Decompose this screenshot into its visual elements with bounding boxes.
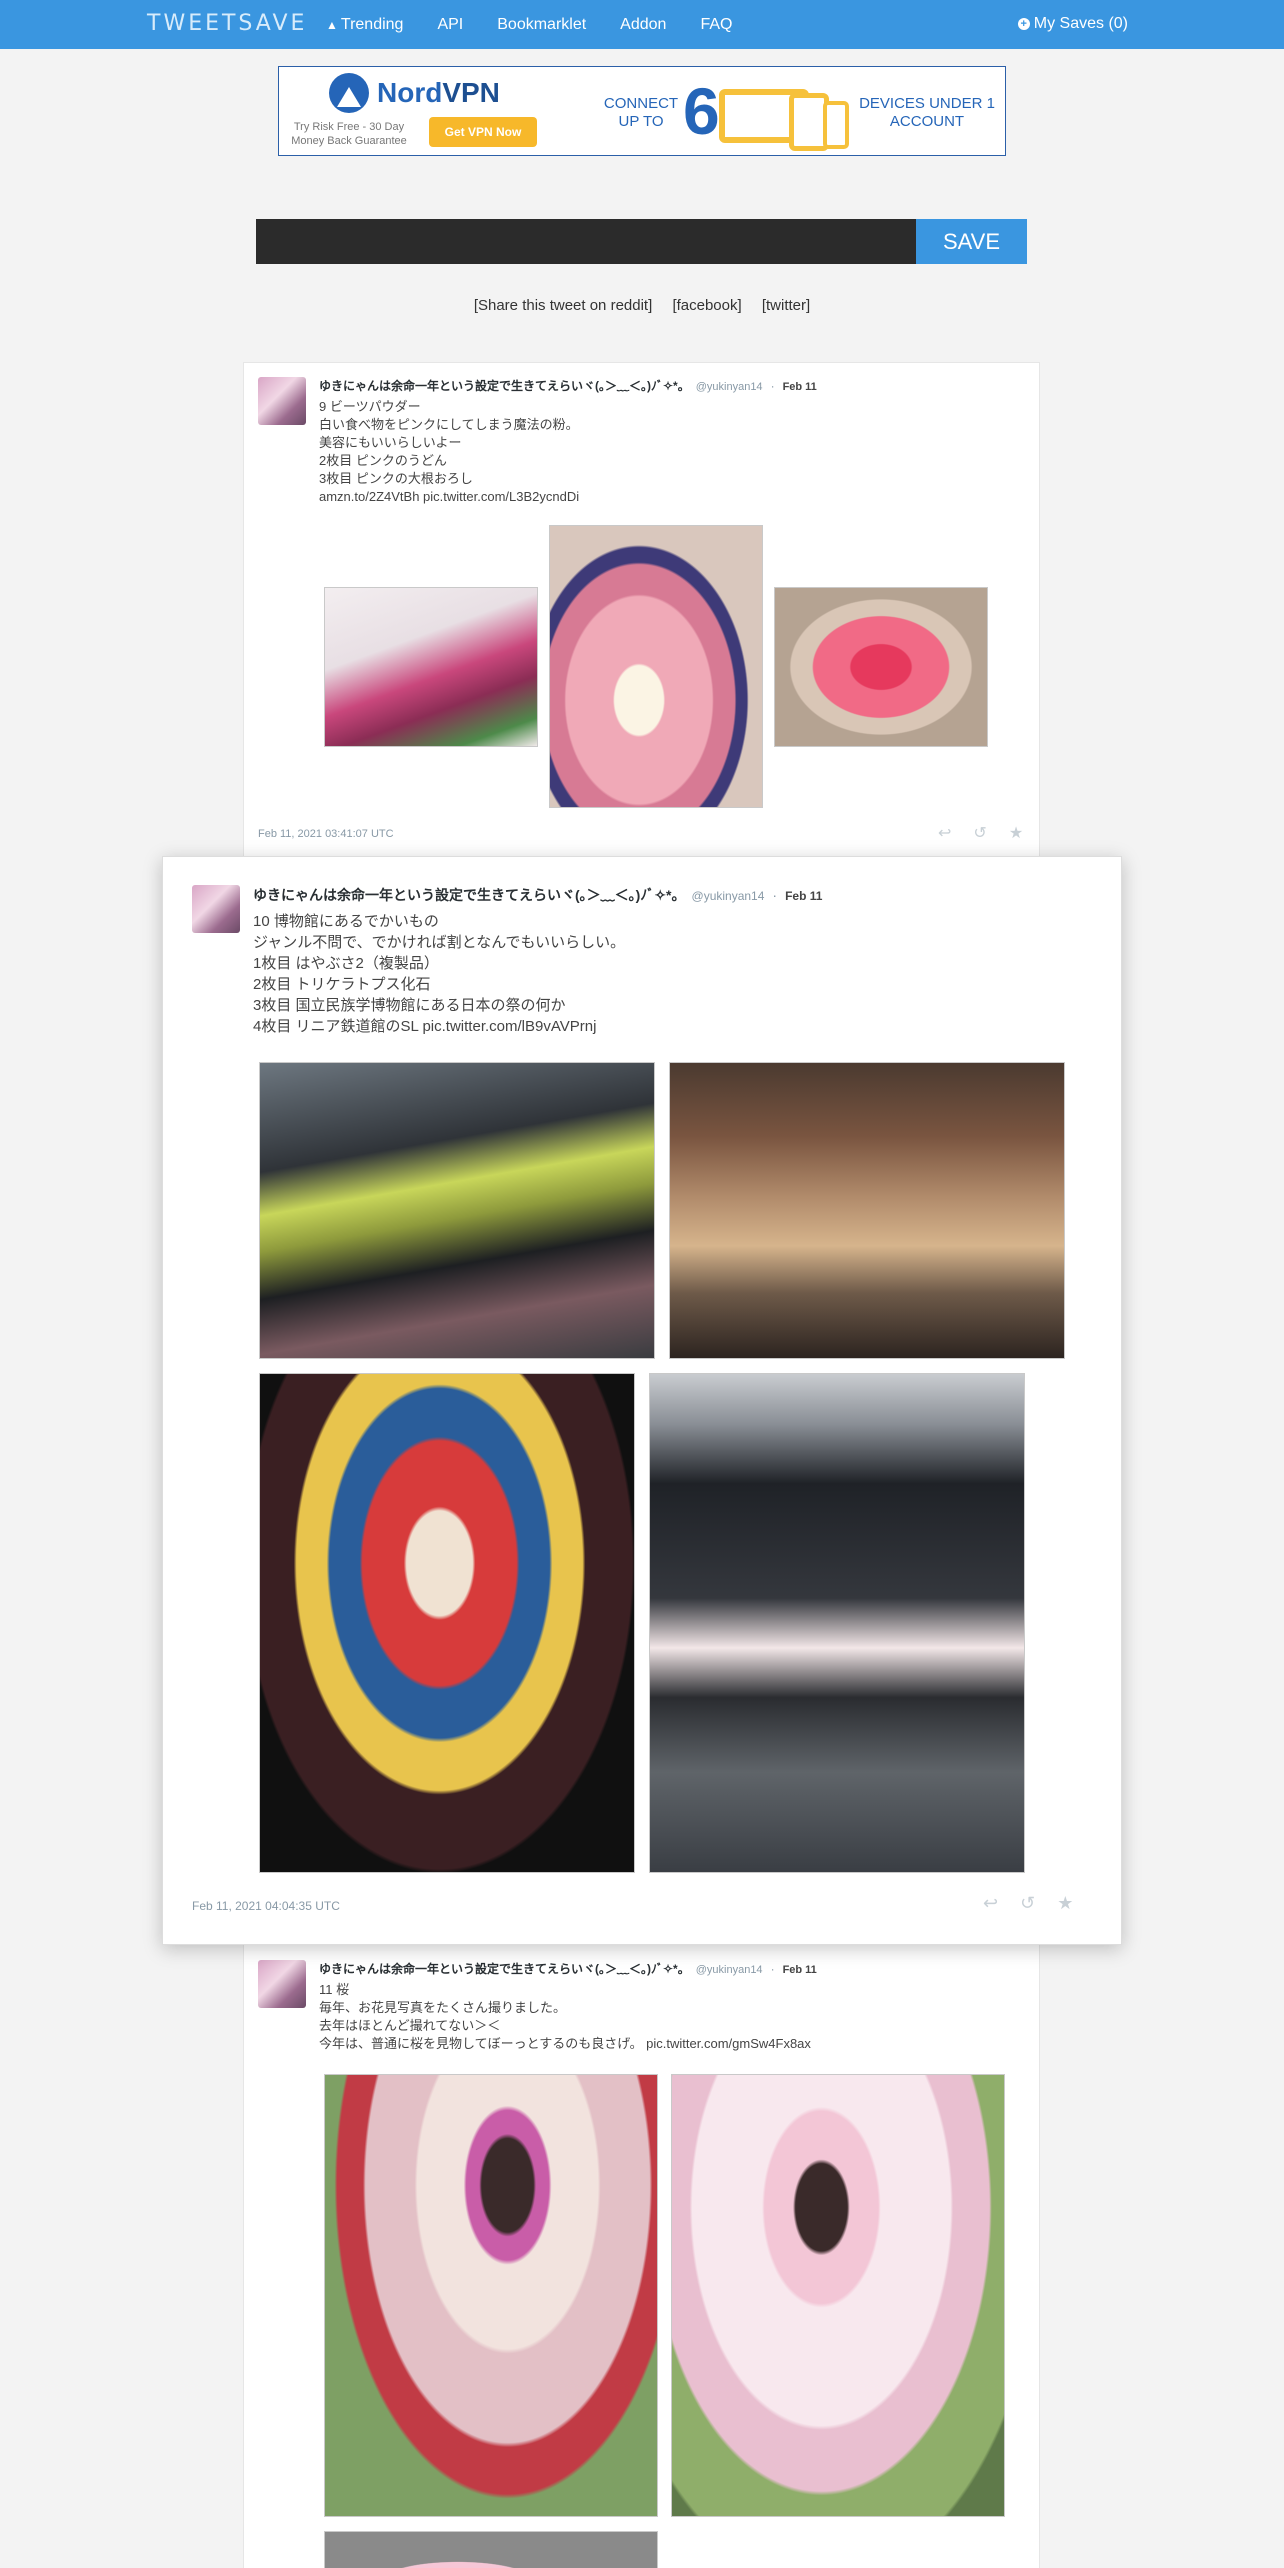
nav-link-api[interactable]: API [437,16,463,34]
get-vpn-button[interactable]: Get VPN Now [429,117,537,147]
tweet-actions: ↩ ↺ ★ [916,823,1023,843]
ad-trial-text: Try Risk Free - 30 Day Money Back Guaran… [291,121,407,147]
tweet-text: 9 ビーツパウダー 白い食べ物をピンクにしてしまう魔法の粉。 美容にもいいらしい… [319,399,580,504]
phone-icon [823,101,849,149]
mountain-logo-icon [329,73,369,113]
festival-float-photo[interactable] [259,1373,635,1873]
ad-devices-text: DEVICES UNDER 1 ACCOUNT [859,95,995,130]
separator-dot: · [772,887,778,903]
top-navbar: TWEETSAVE ▲ Trending API Bookmarklet Add… [0,0,1284,49]
tweet-card-highlighted: ゆきにゃんは余命一年という設定で生きてえらいヾ(｡＞﹏＜｡)ﾉﾞ✧*。 @yuk… [162,856,1122,1945]
tweet-date[interactable]: Feb 11 [785,889,822,903]
steam-locomotive-photo[interactable] [649,1373,1025,1873]
avatar[interactable] [258,1960,306,2008]
tweet-timestamp: Feb 11, 2021 04:04:35 UTC [192,1899,340,1913]
tweet-timestamp: Feb 11, 2021 03:41:07 UTC [258,828,394,840]
nav-link-addon[interactable]: Addon [620,16,666,34]
nav-link-faq[interactable]: FAQ [700,16,732,34]
tweet-author-name[interactable]: ゆきにゃんは余命一年という設定で生きてえらいヾ(｡＞﹏＜｡)ﾉﾞ✧*。 [319,377,690,394]
separator-dot: · [770,379,775,393]
tweet-author-handle[interactable]: @yukinyan14 [696,381,763,393]
tweet-author-name[interactable]: ゆきにゃんは余命一年という設定で生きてえらいヾ(｡＞﹏＜｡)ﾉﾞ✧*。 [319,1960,690,1977]
tweet-card: ゆきにゃんは余命一年という設定で生きてえらいヾ(｡＞﹏＜｡)ﾉﾞ✧*。 @yuk… [243,1935,1040,2568]
save-form: SAVE [256,219,1027,264]
reply-icon[interactable]: ↩ [983,1893,998,1914]
trending-icon: ▲ [326,17,338,32]
share-reddit-link[interactable]: [Share this tweet on reddit] [474,297,652,314]
favorite-star-icon[interactable]: ★ [1057,1893,1073,1914]
retweet-icon[interactable]: ↺ [1020,1893,1035,1914]
site-logo[interactable]: TWEETSAVE [147,11,307,36]
devices-illustration [719,79,854,151]
share-facebook-link[interactable]: [facebook] [672,297,741,314]
cherry-blossom-third-photo[interactable] [324,2531,658,2568]
tweet-actions: ↩ ↺ ★ [961,1893,1073,1914]
pink-daikon-photo[interactable] [774,587,988,747]
tweet-author-handle[interactable]: @yukinyan14 [692,889,765,903]
ad-device-count: 6 [683,74,720,148]
beet-powder-package-photo[interactable] [324,587,538,747]
nav-link-trending[interactable]: ▲ Trending [326,16,403,34]
triceratops-fossil-photo[interactable] [669,1062,1065,1359]
tweet-date[interactable]: Feb 11 [783,1964,817,1976]
share-twitter-link[interactable]: [twitter] [762,297,810,314]
cherry-blossom-lolita-photo[interactable] [671,2074,1005,2517]
tweet-text: 10 博物館にあるでかいもの ジャンル不問で、でかければ割となんでもいいらしい。… [253,913,626,1035]
share-links: [Share this tweet on reddit] [facebook] … [0,297,1284,314]
tweet-author-handle[interactable]: @yukinyan14 [696,1964,763,1976]
nav-links: ▲ Trending API Bookmarklet Addon FAQ [326,0,766,49]
tweet-text: 11 桜 毎年、お花見写真をたくさん撮りました。 去年はほとんど撮れてない＞＜ … [319,1982,811,2051]
save-button[interactable]: SAVE [916,219,1027,264]
tweet-url-input[interactable] [256,219,916,264]
nordvpn-logo: NordVPN [329,73,500,113]
pink-udon-photo[interactable] [549,525,763,808]
favorite-star-icon[interactable]: ★ [1009,823,1023,843]
avatar[interactable] [258,377,306,425]
my-saves-link[interactable]: + My Saves (0) [1017,15,1128,33]
plus-circle-icon: + [1017,18,1030,30]
tweet-author-name[interactable]: ゆきにゃんは余命一年という設定で生きてえらいヾ(｡＞﹏＜｡)ﾉﾞ✧*。 [253,885,686,905]
nav-link-bookmarklet[interactable]: Bookmarklet [497,16,586,34]
avatar[interactable] [192,885,240,933]
cherry-blossom-kimono-photo[interactable] [324,2074,658,2517]
retweet-icon[interactable]: ↺ [973,823,986,843]
reply-icon[interactable]: ↩ [938,823,951,843]
hayabusa2-replica-photo[interactable] [259,1062,655,1359]
tweet-date[interactable]: Feb 11 [783,381,817,393]
separator-dot: · [770,1962,775,1976]
nordvpn-ad-banner[interactable]: NordVPN Try Risk Free - 30 Day Money Bac… [278,66,1006,156]
tweet-card: ゆきにゃんは余命一年という設定で生きてえらいヾ(｡＞﹏＜｡)ﾉﾞ✧*。 @yuk… [243,362,1040,867]
ad-connect-text: CONNECT UP TO [603,95,679,130]
